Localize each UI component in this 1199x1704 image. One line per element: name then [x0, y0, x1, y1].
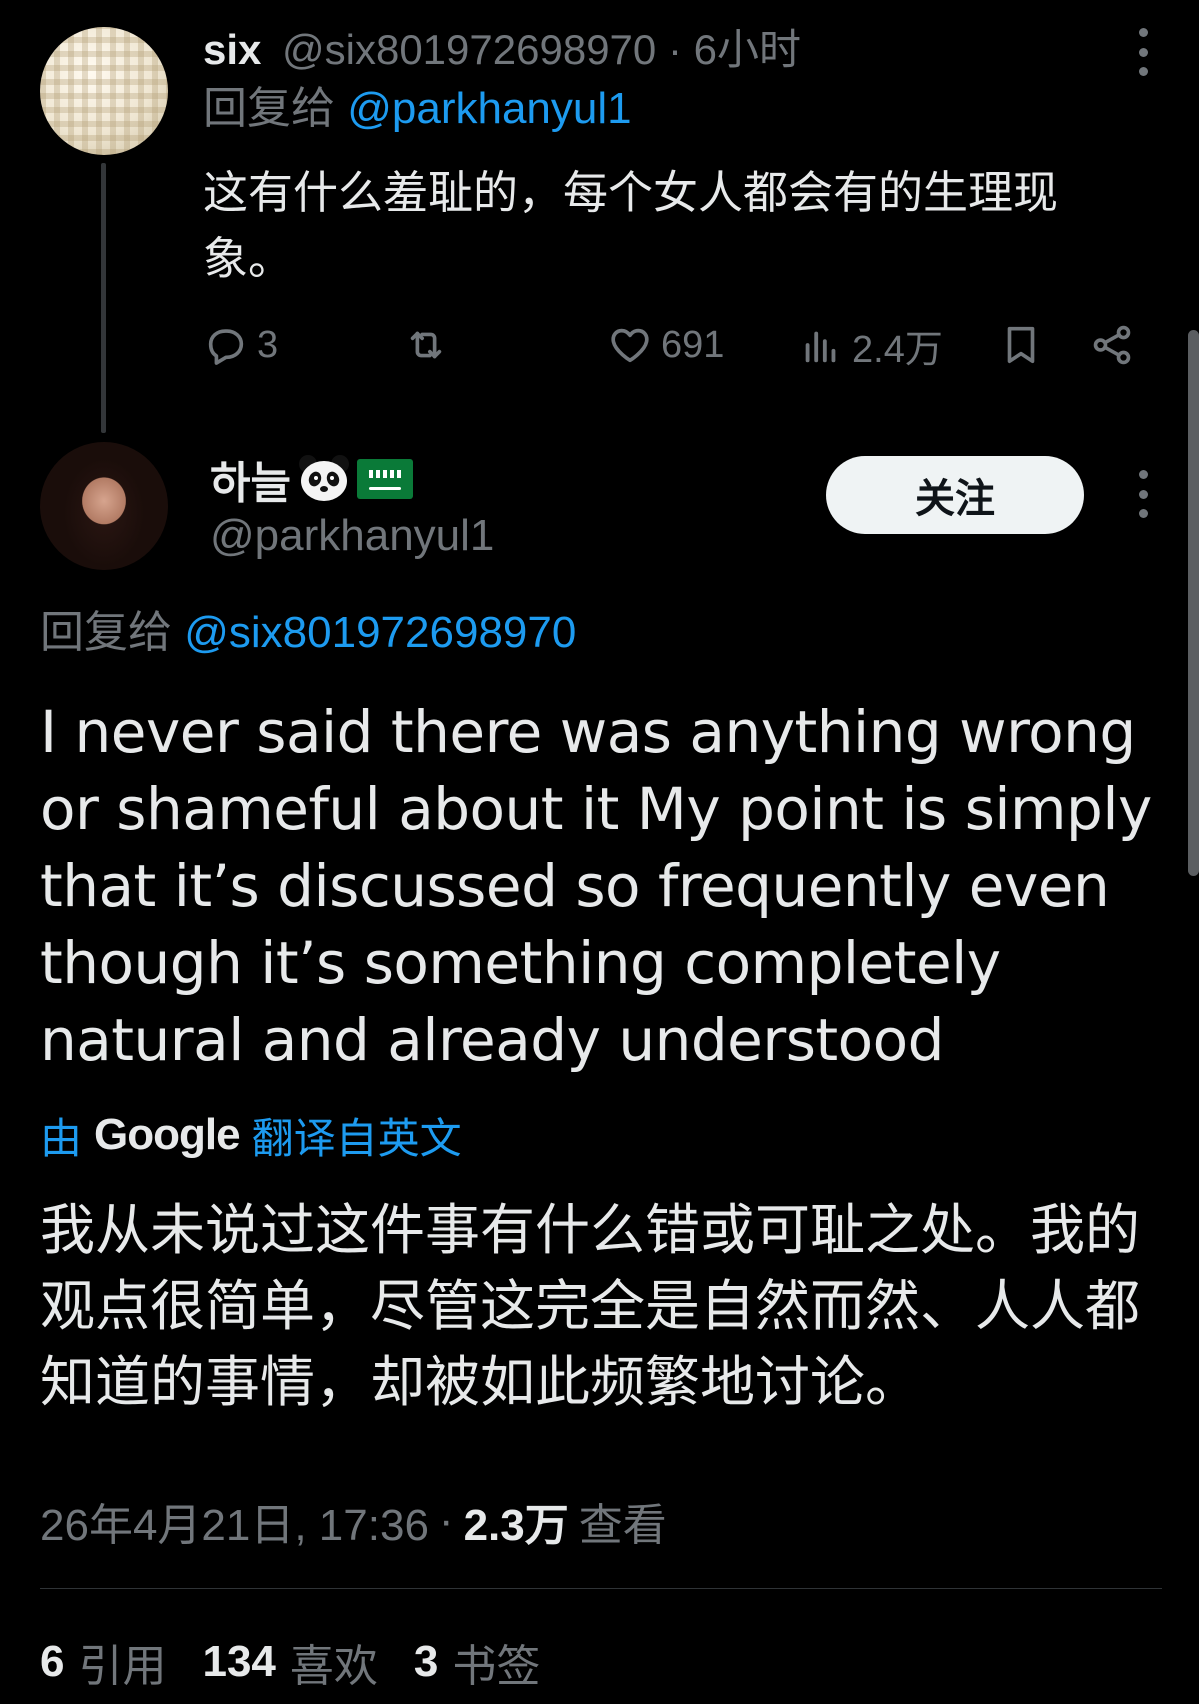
stat-label: 书签 — [452, 1642, 541, 1691]
saudi-flag-emoji — [356, 459, 413, 499]
stat-count: 6 — [40, 1637, 65, 1686]
stat-count: 3 — [413, 1637, 439, 1686]
views-icon — [805, 331, 836, 363]
author-handle[interactable]: @six801972698970 — [282, 26, 656, 73]
time-ago[interactable]: 6小时 — [694, 26, 801, 73]
views-count: 2.3万 — [463, 1501, 569, 1550]
thread-line — [101, 163, 106, 433]
like-button[interactable]: 691 — [607, 316, 724, 374]
reply-mention[interactable]: @six801972698970 — [184, 608, 576, 657]
views-button[interactable]: 2.4万 — [798, 316, 943, 374]
translation-attribution[interactable]: 由 Google 翻译自英文 — [40, 1105, 462, 1165]
more-icon[interactable] — [1137, 28, 1149, 76]
stat-label: 引用 — [78, 1642, 167, 1691]
retweet-button[interactable] — [403, 316, 457, 374]
tweet-text: I never said there was anything wrong or… — [40, 698, 1152, 1074]
views-label: 查看 — [578, 1501, 667, 1550]
likes-stat[interactable]: 134 喜欢 — [202, 1630, 377, 1694]
avatar-six[interactable] — [40, 27, 168, 155]
author-name-row[interactable]: 하늘 — [210, 448, 413, 510]
like-count: 691 — [661, 323, 725, 366]
reply-count: 3 — [257, 323, 279, 366]
bookmark-icon — [1007, 326, 1035, 364]
author-name[interactable]: 하늘 — [210, 447, 291, 511]
share-icon — [1093, 325, 1131, 365]
scrollbar[interactable] — [1188, 330, 1199, 876]
more-icon[interactable] — [1137, 470, 1149, 518]
reply-mention[interactable]: @parkhanyul1 — [347, 84, 631, 133]
follow-button[interactable]: 关注 — [826, 456, 1084, 534]
reply-to-line: 回复给 @six801972698970 — [40, 604, 576, 662]
panda-emoji — [297, 454, 351, 504]
tweet-text: 这有什么羞耻的，每个女人都会有的生理现象。 — [203, 167, 1059, 284]
retweet-icon — [410, 331, 442, 359]
author-handle[interactable]: @parkhanyul1 — [210, 506, 494, 566]
stat-label: 喜欢 — [289, 1642, 378, 1691]
like-icon — [611, 328, 649, 363]
avatar-main[interactable] — [40, 442, 168, 570]
translated-by-prefix: 由 — [40, 1114, 83, 1162]
meta-separator: · — [438, 1496, 454, 1545]
reply-icon — [208, 329, 244, 365]
translated-text: 我从未说过这件事有什么错或可耻之处。我的观点很简单，尽管这完全是自然而然、人人都… — [40, 1199, 1141, 1413]
stat-count: 134 — [202, 1637, 276, 1686]
views-count: 2.4万 — [852, 328, 943, 371]
engagement-stats: 6 引用 134 喜欢 3 书签 — [40, 1632, 540, 1692]
share-button[interactable] — [1089, 316, 1135, 374]
timestamp[interactable]: 26年4月21日, 17:36 — [40, 1489, 429, 1553]
author-handle-meta: @six801972698970 · 6小时 — [282, 22, 801, 78]
bookmarks-stat[interactable]: 3 书签 — [414, 1630, 540, 1694]
reply-prefix: 回复给 — [40, 608, 172, 657]
translated-by-suffix: 翻译自英文 — [251, 1114, 462, 1162]
action-bar: 3 691 2.4万 — [203, 316, 1143, 374]
quotes-stat[interactable]: 6 引用 — [40, 1630, 166, 1694]
author-name[interactable]: six — [203, 22, 261, 78]
timestamp-row: 26年4月21日, 17:36 · 2.3万 查看 — [40, 1490, 667, 1552]
divider — [40, 1588, 1162, 1589]
reply-prefix: 回复给 — [203, 84, 335, 133]
google-logo: Google — [94, 1110, 241, 1159]
reply-button[interactable]: 3 — [203, 316, 278, 374]
bookmark-button[interactable] — [998, 316, 1044, 374]
reply-to-line: 回复给 @parkhanyul1 — [203, 80, 632, 138]
meta-separator: · — [667, 26, 682, 73]
